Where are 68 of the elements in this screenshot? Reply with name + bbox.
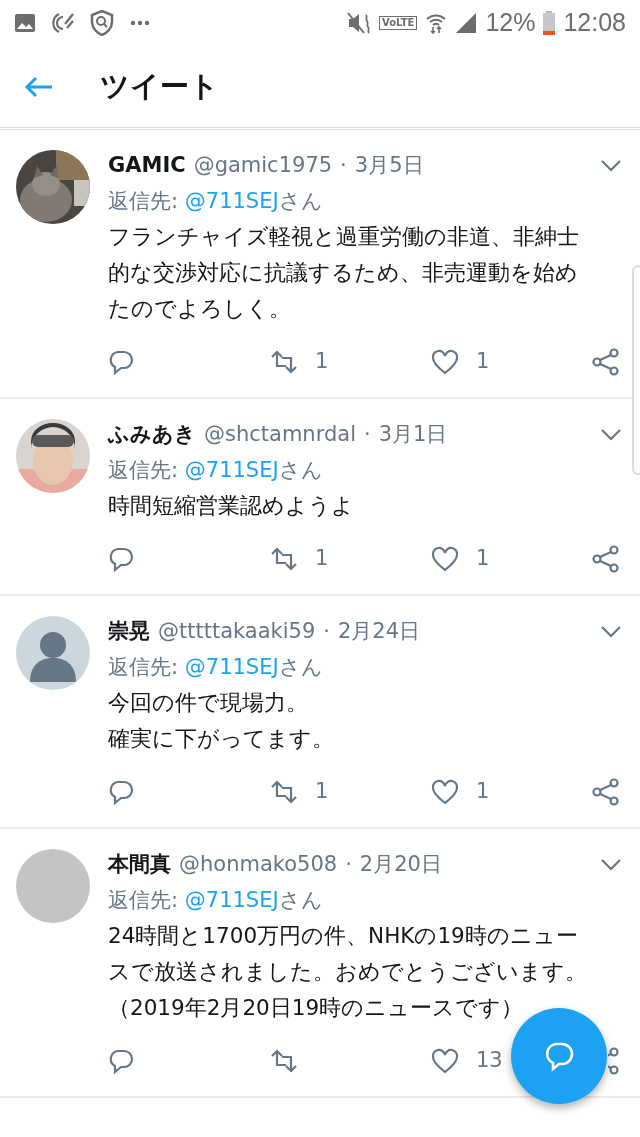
tweet-text-line: フランチャイズ軽視と過重労働の非道、非紳士 [108, 223, 579, 251]
like-count: 1 [476, 545, 490, 573]
nfc-icon [52, 12, 74, 34]
reply-to-text: 返信先: @711SEJ さん [108, 886, 324, 914]
volte-badge: VoLTE [378, 16, 418, 30]
speech-bubble-icon [543, 1040, 575, 1072]
tweet-text-line: 今回の件で現場力。 [108, 689, 308, 717]
retweet-icon[interactable] [269, 545, 299, 573]
user-handle: @shctamnrdal [204, 421, 356, 448]
tweet-text-line: （2019年2月20日19時のニュースです） [108, 994, 524, 1022]
back-button[interactable] [24, 74, 54, 99]
battery-icon [543, 11, 556, 35]
tweet-date: 2月24日 [338, 618, 421, 645]
like-icon[interactable] [430, 545, 460, 573]
like-icon[interactable] [430, 348, 460, 376]
like-count: 1 [476, 778, 490, 806]
like-icon[interactable] [430, 778, 460, 806]
retweet-count: 1 [315, 778, 329, 806]
mention-link[interactable]: @711SEJ [184, 457, 279, 482]
like-count: 1 [476, 348, 490, 376]
tweet-text-line: 的な交渉対応に抗議するため、非売運動を始め [108, 259, 578, 287]
user-handle: @tttttakaaki59 [158, 618, 316, 645]
chevron-down-icon[interactable] [600, 427, 622, 442]
battery-percent: 12% [485, 7, 536, 39]
reply-to-text: 返信先: @711SEJ さん [108, 653, 324, 681]
like-count: 13 [476, 1047, 503, 1075]
wifi-icon [425, 12, 448, 34]
tweet-date: 3月5日 [354, 152, 424, 179]
user-name: 本間真 [108, 851, 171, 878]
tweet-text-line: 時間短縮営業認めようよ [108, 492, 354, 520]
separator-dot: · [345, 851, 352, 878]
mention-link[interactable]: @711SEJ [184, 654, 279, 679]
clock: 12:08 [563, 7, 626, 39]
compose-reply-button[interactable] [511, 1008, 607, 1104]
mention-link[interactable]: @711SEJ [184, 887, 279, 912]
reply-to-text: 返信先: @711SEJ さん [108, 187, 324, 215]
chevron-down-icon[interactable] [600, 857, 622, 872]
tweet-text-line: たのでよろしく。 [108, 295, 291, 323]
separator-dot: · [340, 152, 347, 179]
mute-icon [346, 12, 371, 34]
tweet-date: 2月20日 [359, 851, 442, 878]
user-name: ふみあき [108, 421, 196, 448]
user-name: 崇晃 [108, 618, 150, 645]
chevron-down-icon[interactable] [600, 158, 622, 173]
retweet-count: 1 [315, 348, 329, 376]
retweet-count: 1 [315, 545, 329, 573]
retweet-icon[interactable] [269, 778, 299, 806]
more-icon [130, 20, 150, 26]
shield-icon [90, 10, 114, 36]
chevron-down-icon[interactable] [600, 624, 622, 639]
tweet-text-line: スで放送されました。おめでとうございます。 [108, 958, 587, 986]
retweet-icon[interactable] [269, 348, 299, 376]
tweet-text-line: 24時間と1700万円の件、NHKの19時のニュー [108, 922, 578, 950]
page-title: ツイート [100, 67, 219, 105]
like-icon[interactable] [430, 1047, 460, 1075]
separator-dot: · [363, 421, 371, 448]
user-handle: @honmako508 [179, 851, 338, 878]
reply-to-text: 返信先: @711SEJ さん [108, 456, 324, 484]
tweet-text-line: 確実に下がってます。 [108, 725, 334, 753]
user-handle: @gamic1975 [193, 152, 333, 179]
back-arrow-icon [24, 74, 54, 99]
mention-link[interactable]: @711SEJ [184, 188, 279, 213]
retweet-icon[interactable] [269, 1047, 299, 1075]
signal-icon [455, 12, 478, 34]
gallery-icon [14, 12, 36, 34]
user-name: GAMIC [108, 152, 186, 179]
tweet-date: 3月1日 [378, 421, 448, 448]
separator-dot: · [323, 618, 330, 645]
